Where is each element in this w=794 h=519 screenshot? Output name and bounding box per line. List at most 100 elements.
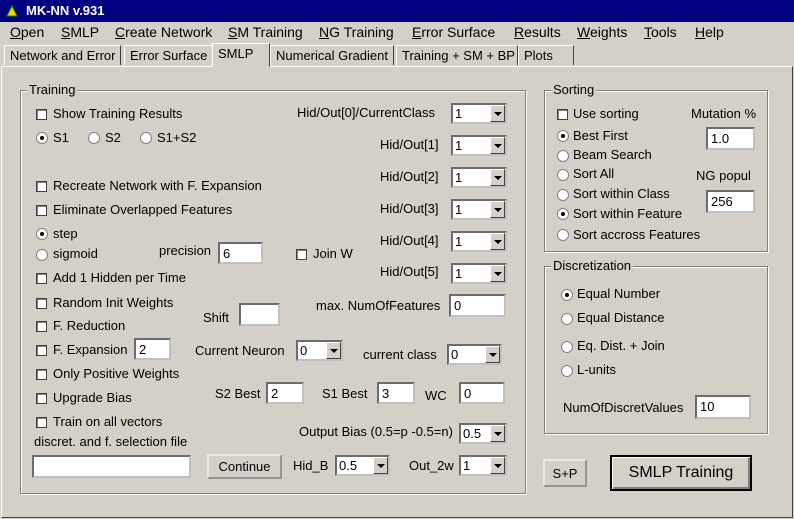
num-discret-values-label: NumOfDiscretValues: [563, 400, 684, 415]
equal-number-radio[interactable]: [561, 289, 573, 301]
hid-out-3-select[interactable]: 1: [451, 199, 507, 220]
hid-out-4-label: Hid/Out[4]: [380, 233, 439, 248]
chevron-down-icon[interactable]: [490, 169, 505, 186]
recreate-network-checkbox[interactable]: [36, 181, 47, 192]
menu-error-surface[interactable]: Error Surface: [412, 24, 495, 40]
out-2w-label: Out_2w: [409, 458, 454, 473]
recreate-network-label: Recreate Network with F. Expansion: [53, 178, 262, 193]
out-2w-select[interactable]: 1: [459, 455, 507, 476]
smlp-training-button[interactable]: SMLP Training: [610, 455, 752, 491]
add-hidden-checkbox[interactable]: [36, 273, 47, 284]
menu-tools[interactable]: Tools: [644, 24, 677, 40]
s2-radio[interactable]: [88, 132, 100, 144]
chevron-down-icon[interactable]: [373, 457, 388, 474]
hid-out-1-select[interactable]: 1: [451, 135, 507, 156]
beam-search-radio[interactable]: [557, 150, 569, 162]
chevron-down-icon[interactable]: [490, 457, 505, 474]
use-sorting-checkbox[interactable]: [557, 109, 568, 120]
hid-out-2-select[interactable]: 1: [451, 167, 507, 188]
menu-open[interactable]: Open: [10, 24, 44, 40]
s1s2-radio[interactable]: [140, 132, 152, 144]
s2-best-input[interactable]: 2: [266, 382, 304, 404]
sort-all-radio[interactable]: [557, 169, 569, 181]
menu-ng-training[interactable]: NG Training: [319, 24, 394, 40]
best-first-radio[interactable]: [557, 130, 569, 142]
f-reduction-label: F. Reduction: [53, 318, 126, 333]
menu-smlp[interactable]: SMLP: [61, 24, 99, 40]
hid-b-select[interactable]: 0.5: [335, 455, 390, 476]
menu-weights[interactable]: Weights: [577, 24, 627, 40]
s2-best-label: S2 Best: [215, 386, 261, 401]
chevron-down-icon[interactable]: [490, 105, 505, 122]
selection-file-input[interactable]: [32, 455, 191, 478]
equal-distance-label: Equal Distance: [577, 310, 665, 325]
equal-distance-radio[interactable]: [561, 313, 573, 325]
sort-within-class-radio[interactable]: [557, 189, 569, 201]
join-w-checkbox[interactable]: [296, 249, 307, 260]
upgrade-bias-checkbox[interactable]: [36, 393, 47, 404]
tab-smlp[interactable]: SMLP: [212, 43, 270, 67]
max-features-input[interactable]: 0: [449, 294, 506, 317]
output-bias-label: Output Bias (0.5=p -0.5=n): [299, 424, 453, 439]
menu-create-network[interactable]: Create Network: [115, 24, 212, 40]
chevron-down-icon[interactable]: [326, 342, 341, 359]
hid-out-1-value: 1: [455, 138, 463, 153]
hid-out-4-select[interactable]: 1: [451, 231, 507, 252]
show-training-results-checkbox[interactable]: [36, 109, 47, 120]
menu-help[interactable]: Help: [695, 24, 724, 40]
hid-out-3-label: Hid/Out[3]: [380, 201, 439, 216]
tab-error-surface[interactable]: Error Surface: [124, 45, 214, 65]
menu-results[interactable]: Results: [514, 24, 561, 40]
current-neuron-select[interactable]: 0: [296, 340, 343, 361]
eliminate-overlapped-label: Eliminate Overlapped Features: [53, 202, 233, 217]
continue-button[interactable]: Continue: [207, 454, 282, 479]
sigmoid-radio[interactable]: [36, 249, 48, 261]
f-expansion-input[interactable]: 2: [134, 338, 171, 360]
ng-popul-input[interactable]: 256: [706, 190, 755, 213]
only-positive-checkbox[interactable]: [36, 369, 47, 380]
random-init-checkbox[interactable]: [36, 298, 47, 309]
chevron-down-icon[interactable]: [490, 201, 505, 218]
num-discret-values-input[interactable]: 10: [695, 395, 751, 419]
ng-popul-label: NG popul: [696, 168, 751, 183]
use-sorting-label: Use sorting: [573, 106, 639, 121]
menu-sm-training[interactable]: SM Training: [228, 24, 303, 40]
s1s2-label: S1+S2: [157, 130, 197, 145]
chevron-down-icon[interactable]: [490, 265, 505, 282]
chevron-down-icon[interactable]: [485, 346, 500, 363]
chevron-down-icon[interactable]: [490, 137, 505, 154]
s-plus-p-button[interactable]: S+P: [543, 459, 587, 487]
tab-plots[interactable]: Plots: [518, 45, 574, 65]
sort-across-features-radio[interactable]: [557, 229, 569, 241]
current-class-select[interactable]: 0: [447, 344, 502, 365]
s1-label: S1: [53, 130, 69, 145]
chevron-down-icon[interactable]: [490, 425, 505, 442]
s1-radio[interactable]: [36, 132, 48, 144]
f-reduction-checkbox[interactable]: [36, 321, 47, 332]
tab-training-sm-bp[interactable]: Training + SM + BP: [396, 45, 518, 65]
l-units-radio[interactable]: [561, 365, 573, 377]
wc-input[interactable]: 0: [459, 382, 505, 404]
random-init-label: Random Init Weights: [53, 295, 174, 310]
eq-dist-join-radio[interactable]: [561, 341, 573, 353]
menu-bar: Open SMLP Create Network SM Training NG Trai…: [0, 22, 794, 42]
tab-numerical-gradient[interactable]: Numerical Gradient: [270, 45, 394, 65]
sort-within-feature-radio[interactable]: [557, 208, 569, 220]
s1-best-input[interactable]: 3: [377, 382, 415, 404]
mutation-input[interactable]: 1.0: [706, 127, 755, 150]
shift-input[interactable]: [239, 303, 280, 326]
chevron-down-icon[interactable]: [490, 233, 505, 250]
app-icon: [4, 3, 20, 19]
f-expansion-checkbox[interactable]: [36, 345, 47, 356]
train-all-label: Train on all vectors: [53, 414, 163, 429]
train-all-checkbox[interactable]: [36, 417, 47, 428]
show-training-results-label: Show Training Results: [53, 106, 183, 121]
hid-out-5-select[interactable]: 1: [451, 263, 507, 284]
mutation-label: Mutation %: [691, 106, 757, 121]
step-radio[interactable]: [36, 228, 48, 240]
output-bias-select[interactable]: 0.5: [459, 423, 507, 444]
eliminate-overlapped-checkbox[interactable]: [36, 205, 47, 216]
hid-out-0-select[interactable]: 1: [451, 103, 507, 124]
tab-network-and-error[interactable]: Network and Error: [4, 45, 121, 65]
precision-input[interactable]: 6: [218, 242, 263, 264]
